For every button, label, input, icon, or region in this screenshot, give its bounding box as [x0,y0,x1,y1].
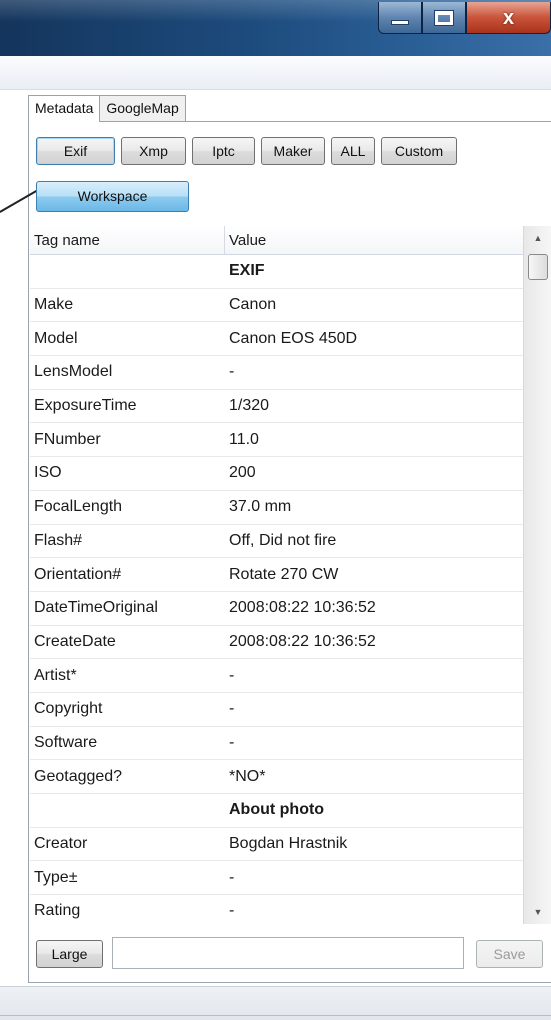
tag-name-cell: DateTimeOriginal [34,599,158,617]
filename-input[interactable] [112,937,464,969]
tag-name-cell: Make [34,296,74,314]
table-row[interactable]: FNumber 11.0 [30,423,523,458]
section-row[interactable]: About photo [30,794,523,828]
menu-strip [0,56,551,90]
status-bar-edge [0,1015,551,1016]
table-row[interactable]: Model Canon EOS 450D [30,322,523,357]
iptc-button[interactable]: Iptc [192,137,255,165]
close-button[interactable]: x [466,2,551,34]
table-row[interactable]: Geotagged? *NO* [30,760,523,794]
value-cell: 11.0 [229,430,259,448]
value-cell: *NO* [229,767,266,785]
table-row[interactable]: Orientation# Rotate 270 CW [30,558,523,592]
maximize-icon [434,9,454,26]
value-cell: 2008:08:22 10:36:52 [229,599,376,617]
tag-name-cell: Copyright [34,700,103,718]
value-cell: - [229,700,235,718]
tag-name-cell: Orientation# [34,565,122,583]
value-cell: Off, Did not fire [229,531,337,549]
section-row[interactable]: EXIF [30,255,523,289]
maximize-button[interactable] [422,2,466,34]
value-cell: Rotate 270 CW [229,565,339,583]
table-row[interactable]: Type± - [30,861,523,896]
tag-name-cell: FocalLength [34,498,123,516]
section-title-cell: About photo [229,801,325,819]
xmp-button[interactable]: Xmp [121,137,186,165]
table-row[interactable]: Rating - [30,895,523,924]
table-row[interactable]: Creator Bogdan Hrastnik [30,828,523,862]
tag-name-cell: Artist* [34,666,77,684]
tab-googlemap[interactable]: GoogleMap [100,95,186,121]
all-button[interactable]: ALL [331,137,375,165]
value-cell: - [229,733,235,751]
value-cell: 200 [229,464,256,482]
value-cell: 1/320 [229,397,270,415]
save-button[interactable]: Save [476,940,543,968]
tag-name-cell: CreateDate [34,632,116,650]
table-row[interactable]: DateTimeOriginal 2008:08:22 10:36:52 [30,592,523,626]
value-cell: 37.0 mm [229,498,292,516]
scrollbar-thumb[interactable] [528,254,548,280]
column-header-value[interactable]: Value [225,226,523,254]
table-row[interactable]: CreateDate 2008:08:22 10:36:52 [30,626,523,660]
tag-name-cell: Geotagged? [34,767,123,785]
value-cell: - [229,902,235,920]
value-cell: 2008:08:22 10:36:52 [229,632,376,650]
value-cell: - [229,666,235,684]
tag-name-cell: Model [34,329,78,347]
table-row[interactable]: Artist* - [30,659,523,693]
tag-name-cell: LensModel [34,363,113,381]
large-button[interactable]: Large [36,940,103,968]
tag-name-cell: ExposureTime [34,397,137,415]
grid-header: Tag name Value [30,226,523,255]
value-cell: - [229,363,235,381]
table-row[interactable]: Make Canon [30,289,523,323]
value-cell: Canon EOS 450D [229,329,358,347]
column-header-tag-name[interactable]: Tag name [30,226,225,254]
window-titlebar: x [0,0,551,56]
table-row[interactable]: Copyright - [30,693,523,727]
tab-strip: Metadata GoogleMap [28,95,186,122]
minimize-button[interactable] [378,2,422,34]
table-row[interactable]: ISO 200 [30,457,523,491]
tag-name-cell: FNumber [34,430,101,448]
tag-name-cell: Creator [34,835,88,853]
grid-scrollbar[interactable]: ▲ ▼ [523,226,551,924]
metadata-grid[interactable]: Tag name Value EXIF Make Canon Model Canon E… [30,226,523,924]
tag-name-cell: Type± [34,868,78,886]
tab-metadata[interactable]: Metadata [28,95,101,122]
section-title-cell: EXIF [229,262,265,280]
grid-body: EXIF Make Canon Model Canon EOS 450D LensMode… [30,255,523,924]
workspace-button[interactable]: Workspace [36,181,189,212]
table-row[interactable]: Software - [30,727,523,761]
scroll-down-arrow-icon[interactable]: ▼ [524,902,551,922]
value-cell: Canon [229,296,277,314]
value-cell: Bogdan Hrastnik [229,835,348,853]
table-row[interactable]: ExposureTime 1/320 [30,390,523,424]
table-row[interactable]: LensModel - [30,356,523,390]
tag-name-cell: Flash# [34,531,83,549]
custom-button[interactable]: Custom [381,137,457,165]
scroll-up-arrow-icon[interactable]: ▲ [524,228,551,248]
tag-name-cell: Software [34,733,98,751]
table-row[interactable]: FocalLength 37.0 mm [30,491,523,525]
exif-button[interactable]: Exif [36,137,115,165]
tag-name-cell: Rating [34,902,81,920]
value-cell: - [229,868,235,886]
minimize-icon [391,20,409,25]
maker-button[interactable]: Maker [261,137,325,165]
status-bar [0,986,551,1020]
table-row[interactable]: Flash# Off, Did not fire [30,525,523,559]
close-icon: x [502,6,515,29]
tag-name-cell: ISO [34,464,62,482]
